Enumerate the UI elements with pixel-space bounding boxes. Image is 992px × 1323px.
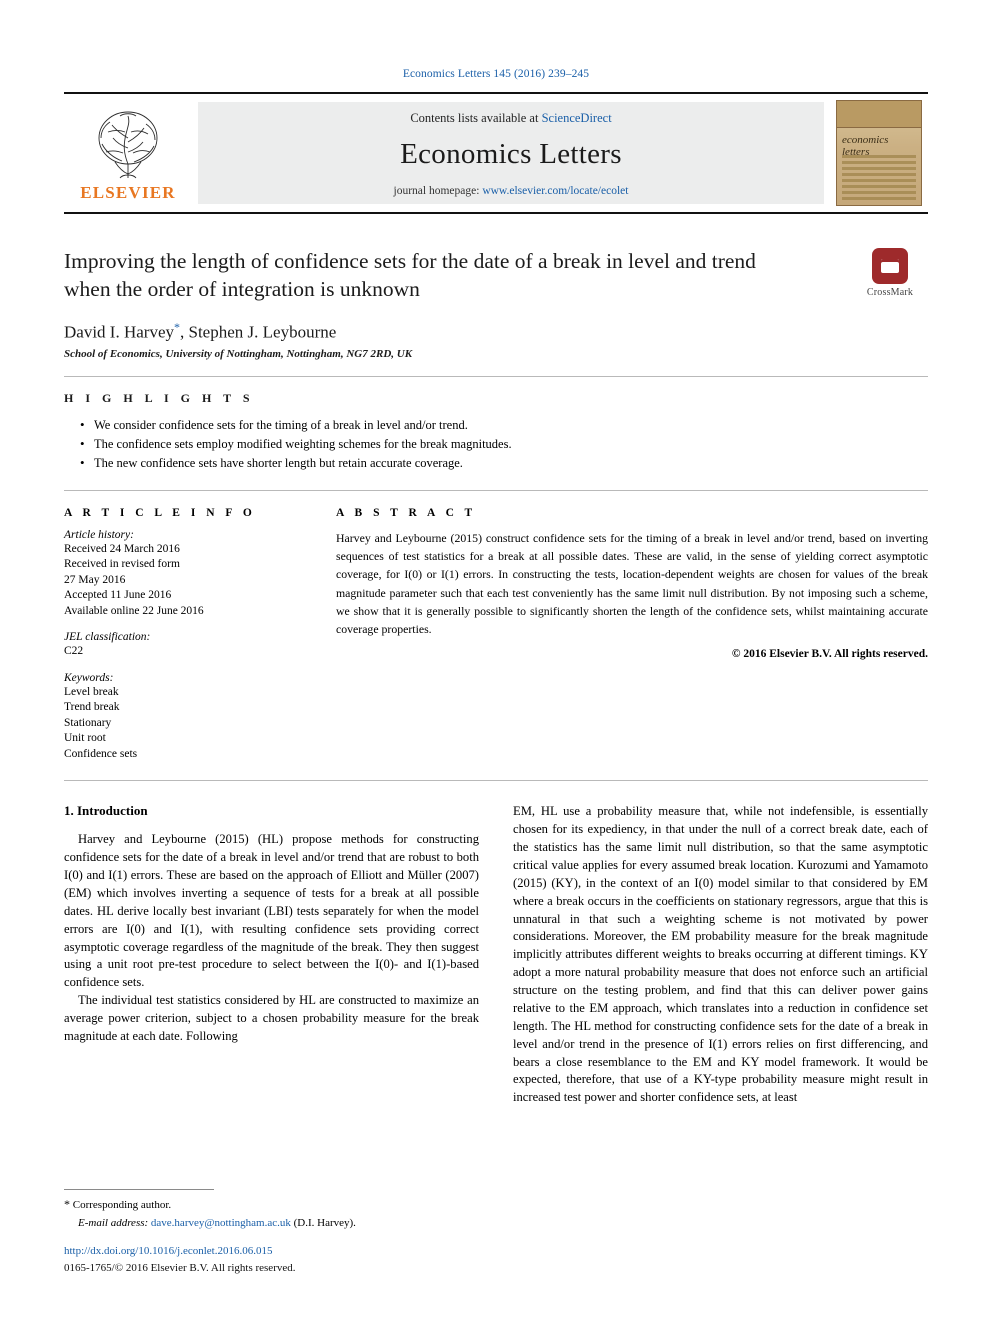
journal-cover-thumbnail: economics letters: [830, 94, 928, 212]
corresponding-author-note: * Corresponding author.: [64, 1196, 479, 1214]
homepage-prefix: journal homepage:: [393, 185, 480, 197]
article-info-column: A R T I C L E I N F O Article history: R…: [64, 507, 314, 763]
keyword: Confidence sets: [64, 747, 138, 760]
elsevier-wordmark: ELSEVIER: [80, 182, 176, 202]
list-item: The confidence sets employ modified weig…: [80, 434, 928, 455]
abstract-text: Harvey and Leybourne (2015) construct co…: [336, 530, 928, 637]
body-right-column: EM, HL use a probability measure that, w…: [513, 803, 928, 1107]
info-abstract-section: A R T I C L E I N F O Article history: R…: [64, 507, 928, 763]
crossmark-badge[interactable]: CrossMark: [852, 248, 928, 298]
author-list: David I. Harvey*, Stephen J. Leybourne: [64, 320, 928, 343]
affiliation: School of Economics, University of Notti…: [64, 347, 413, 360]
elsevier-tree-icon: [98, 111, 158, 178]
contents-prefix: Contents lists available at: [410, 111, 539, 125]
cover-top-band: [837, 101, 921, 128]
issn-copyright: 0165-1765/© 2016 Elsevier B.V. All right…: [64, 1262, 296, 1275]
corresponding-author-text: Corresponding author.: [72, 1199, 172, 1212]
journal-masthead: ELSEVIER Contents lists available at Sci…: [64, 92, 928, 214]
page-title: Improving the length of confidence sets …: [64, 249, 756, 301]
journal-homepage-line: journal homepage: www.elsevier.com/locat…: [394, 185, 629, 197]
elsevier-logo: ELSEVIER: [64, 94, 192, 212]
jel-value: C22: [64, 645, 84, 658]
journal-title: Economics Letters: [400, 138, 622, 170]
divider-after-highlights: [64, 489, 928, 491]
footnote-rule: [64, 1189, 214, 1191]
history-line: Accepted 11 June 2016: [64, 589, 172, 602]
author-primary: David I. Harvey: [64, 322, 174, 342]
keywords-label: Keywords:: [64, 671, 114, 684]
body-columns: 1. Introduction Harvey and Leybourne (20…: [64, 780, 928, 1107]
history-line: Available online 22 June 2016: [64, 604, 204, 617]
highlights-list: We consider confidence sets for the timi…: [64, 415, 928, 474]
email-link[interactable]: dave.harvey@nottingham.ac.uk: [151, 1217, 291, 1229]
contents-available-line: Contents lists available at ScienceDirec…: [410, 111, 611, 126]
keyword: Stationary: [64, 716, 112, 729]
body-paragraph: The individual test statistics considere…: [64, 993, 479, 1043]
body-left-column: 1. Introduction Harvey and Leybourne (20…: [64, 803, 479, 1107]
divider-after-title: [64, 375, 928, 377]
body-paragraph: EM, HL use a probability measure that, w…: [513, 804, 928, 1105]
article-page: Economics Letters 145 (2016) 239–245 ELS…: [0, 0, 992, 1323]
abstract-heading: A B S T R A C T: [336, 506, 477, 519]
section-heading-introduction: 1. Introduction: [64, 803, 148, 819]
keyword: Trend break: [64, 701, 120, 714]
crossmark-label: CrossMark: [866, 287, 914, 298]
sciencedirect-link[interactable]: ScienceDirect: [542, 111, 612, 125]
abstract-copyright: © 2016 Elsevier B.V. All rights reserved…: [731, 648, 928, 661]
list-item: The new confidence sets have shorter len…: [80, 453, 928, 474]
crossmark-icon: [872, 248, 908, 284]
keyword: Level break: [64, 685, 119, 698]
email-note: E-mail address: dave.harvey@nottingham.a…: [64, 1216, 479, 1232]
highlights-heading: H I G H L I G H T S: [64, 390, 255, 405]
email-owner: (D.I. Harvey).: [293, 1217, 356, 1230]
history-line: Received 24 March 2016: [64, 542, 180, 555]
history-line: Received in revised form: [64, 558, 180, 571]
article-info-heading: A R T I C L E I N F O: [64, 506, 256, 519]
keyword: Unit root: [64, 732, 106, 745]
cover-title-line1: economics: [842, 134, 889, 146]
list-item: We consider confidence sets for the timi…: [80, 415, 928, 436]
cover-image: economics letters: [836, 100, 922, 206]
footnotes-block: * Corresponding author. E-mail address: …: [64, 1189, 479, 1277]
doi-link[interactable]: http://dx.doi.org/10.1016/j.econlet.2016…: [64, 1244, 479, 1260]
title-block: Improving the length of confidence sets …: [64, 248, 928, 360]
article-history-label: Article history:: [64, 528, 134, 541]
history-line: 27 May 2016: [64, 573, 126, 586]
asterisk-icon: *: [64, 1197, 70, 1212]
jel-classification-label: JEL classification:: [64, 631, 151, 644]
running-head: Economics Letters 145 (2016) 239–245: [402, 68, 590, 80]
cover-title: economics letters: [837, 128, 921, 158]
body-paragraph: Harvey and Leybourne (2015) (HL) propose…: [64, 832, 479, 990]
masthead-center: Contents lists available at ScienceDirec…: [198, 102, 824, 204]
highlights-section: H I G H L I G H T S We consider confiden…: [64, 391, 928, 474]
journal-homepage-link[interactable]: www.elsevier.com/locate/ecolet: [482, 185, 628, 197]
abstract-column: A B S T R A C T Harvey and Leybourne (20…: [314, 507, 928, 763]
email-label: E-mail address:: [78, 1217, 149, 1230]
author-secondary: , Stephen J. Leybourne: [180, 322, 337, 342]
cover-text-bars: [842, 155, 916, 201]
